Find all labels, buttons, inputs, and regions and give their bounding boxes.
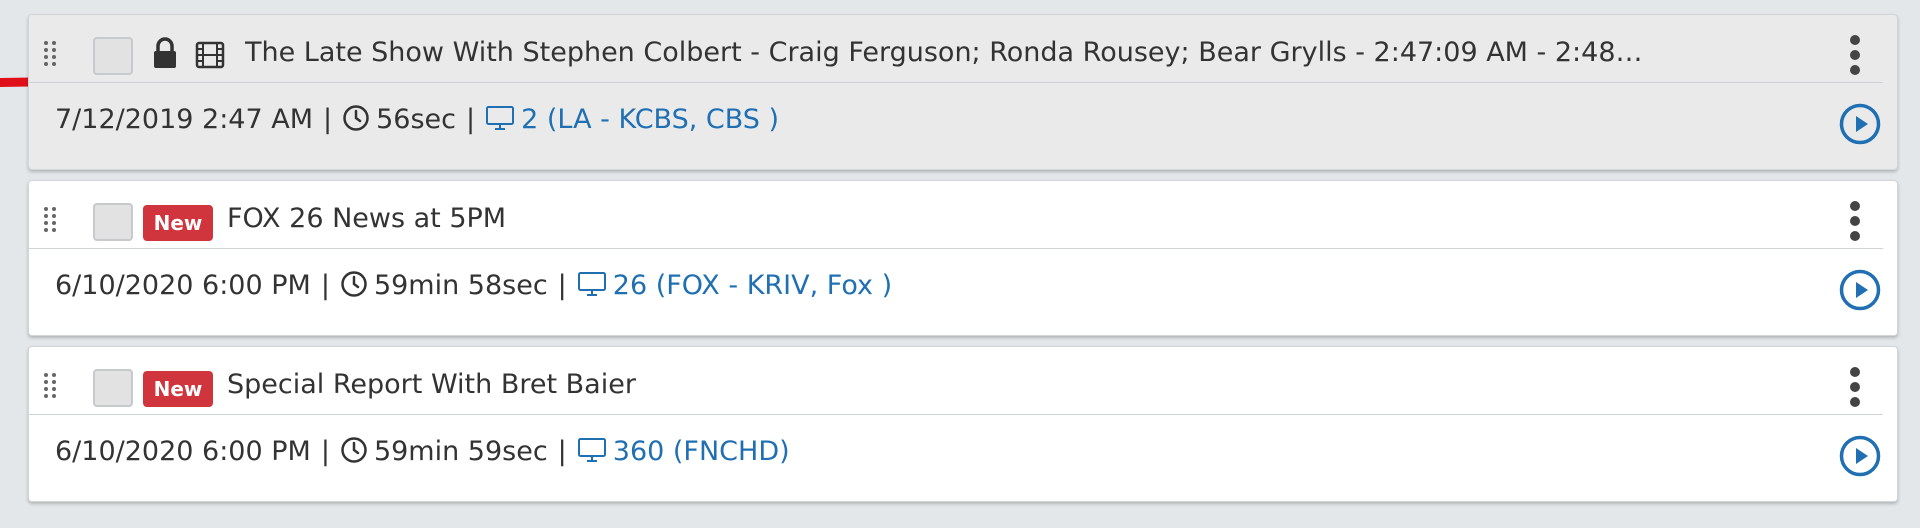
clip-date: 6/10/2020 6:00 PM	[55, 435, 311, 467]
clock-icon	[341, 270, 367, 297]
monitor-icon	[486, 105, 515, 130]
channel-link[interactable]: 26 (FOX - KRIV, Fox )	[613, 264, 892, 308]
drag-grip-icon[interactable]	[43, 372, 57, 398]
play-circle-icon[interactable]	[1839, 269, 1881, 311]
separator: |	[320, 435, 330, 467]
film-icon	[195, 41, 225, 69]
drag-grip-icon[interactable]	[43, 40, 57, 66]
clip-title[interactable]: Special Report With Bret Baier	[227, 365, 1627, 405]
play-circle-icon[interactable]	[1839, 435, 1881, 477]
channel-link[interactable]: 2 (LA - KCBS, CBS )	[521, 98, 779, 142]
clip-header: New FOX 26 News at 5PM	[29, 181, 1883, 249]
clip-meta: 6/10/2020 6:00 PM | 59min 59sec | 360 (FNCHD…	[55, 429, 1897, 473]
play-circle-icon[interactable]	[1839, 103, 1881, 145]
separator: |	[466, 103, 476, 135]
clip-title[interactable]: FOX 26 News at 5PM	[227, 199, 1627, 239]
new-badge: New	[143, 371, 213, 407]
select-checkbox[interactable]	[93, 37, 133, 75]
clip-meta: 7/12/2019 2:47 AM | 56sec | 2 (LA - KCBS, CB…	[55, 97, 1897, 141]
kebab-menu-icon[interactable]	[1849, 35, 1861, 75]
clip-meta: 6/10/2020 6:00 PM | 59min 58sec | 26 (FOX - …	[55, 263, 1897, 307]
clip-list: The Late Show With Stephen Colbert - Cra…	[0, 0, 1920, 528]
clip-card[interactable]: New FOX 26 News at 5PM 6/10/2020 6:00 PM…	[28, 180, 1898, 336]
new-badge: New	[143, 205, 213, 241]
select-checkbox[interactable]	[93, 203, 133, 241]
kebab-menu-icon[interactable]	[1849, 201, 1861, 241]
clip-date: 7/12/2019 2:47 AM	[55, 103, 314, 135]
clip-duration: 59min 58sec	[373, 269, 548, 301]
clip-duration: 56sec	[376, 103, 457, 135]
kebab-menu-icon[interactable]	[1849, 367, 1861, 407]
lock-icon	[154, 37, 176, 68]
monitor-icon	[577, 271, 606, 296]
separator: |	[323, 103, 333, 135]
clip-header: New Special Report With Bret Baier	[29, 347, 1883, 415]
clip-card[interactable]: New Special Report With Bret Baier 6/10/…	[28, 346, 1898, 502]
clock-icon	[343, 104, 369, 131]
clip-card[interactable]: The Late Show With Stephen Colbert - Cra…	[28, 14, 1898, 170]
clip-duration: 59min 59sec	[373, 435, 548, 467]
separator: |	[557, 269, 567, 301]
separator: |	[320, 269, 330, 301]
clock-icon	[341, 436, 367, 463]
clip-date: 6/10/2020 6:00 PM	[55, 269, 311, 301]
clip-header: The Late Show With Stephen Colbert - Cra…	[29, 15, 1883, 83]
select-checkbox[interactable]	[93, 369, 133, 407]
clip-title[interactable]: The Late Show With Stephen Colbert - Cra…	[245, 33, 1645, 73]
separator: |	[557, 435, 567, 467]
monitor-icon	[577, 437, 606, 462]
drag-grip-icon[interactable]	[43, 206, 57, 232]
channel-link[interactable]: 360 (FNCHD)	[613, 430, 790, 474]
